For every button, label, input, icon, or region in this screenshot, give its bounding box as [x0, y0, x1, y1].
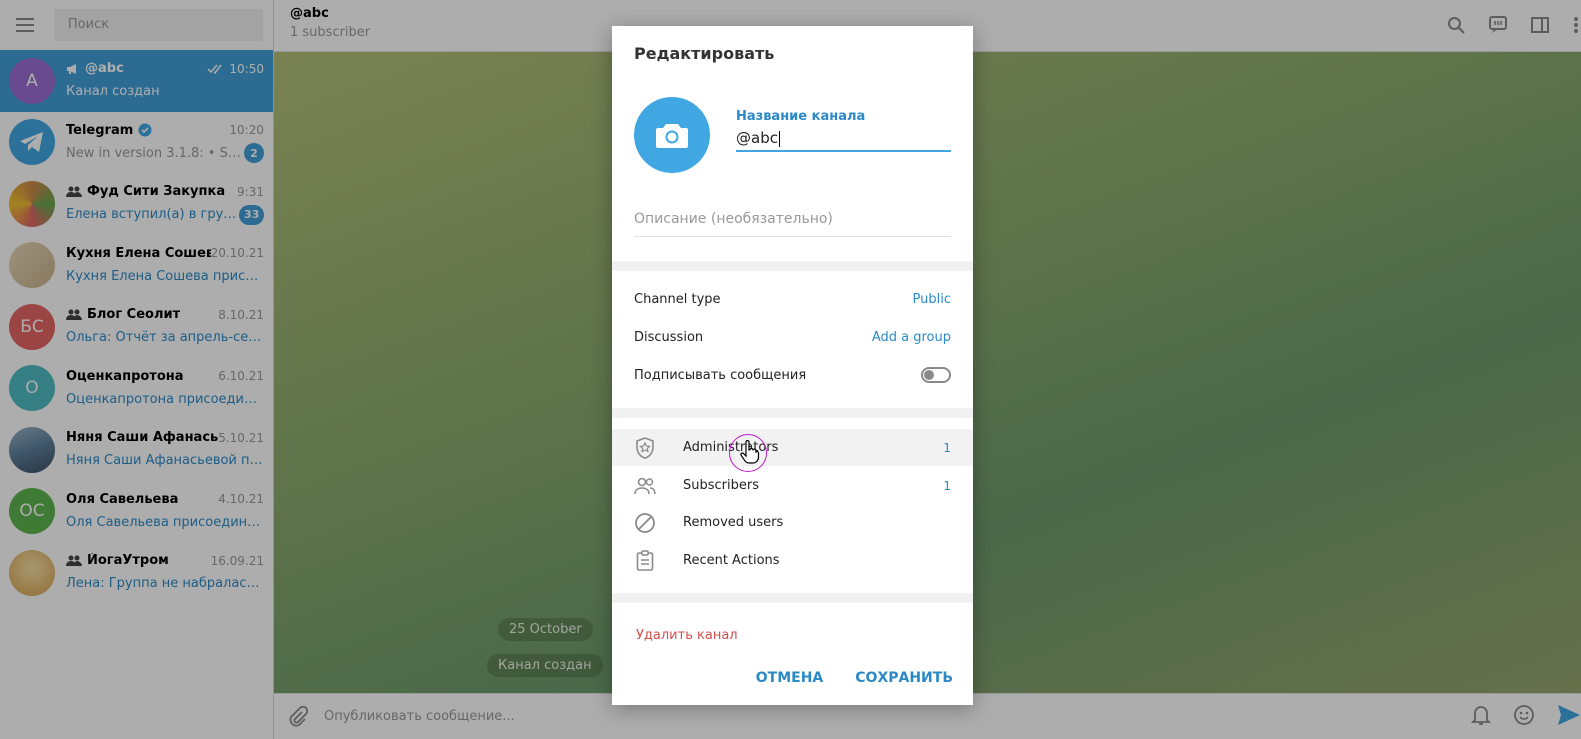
section-divider [612, 593, 973, 603]
channel-name-value: @abc [736, 129, 778, 147]
sign-messages-toggle[interactable] [921, 367, 951, 383]
blocked-icon [634, 512, 656, 534]
removed-users-row[interactable]: Removed users [612, 504, 973, 541]
delete-channel-button[interactable]: Удалить канал [636, 628, 738, 643]
description-input[interactable]: Описание (необязательно) [634, 211, 951, 237]
discussion-row[interactable]: Discussion Add a group [634, 330, 951, 345]
channel-type-value[interactable]: Public [913, 292, 951, 307]
sign-messages-label: Подписывать сообщения [634, 367, 807, 383]
subscribers-row[interactable]: Subscribers 1 [612, 467, 973, 504]
channel-type-row[interactable]: Channel type Public [634, 292, 951, 307]
edit-channel-dialog: Редактировать Название канала @abc Описа… [612, 26, 973, 705]
upload-photo-button[interactable] [634, 97, 710, 173]
camera-icon [656, 124, 688, 148]
administrators-row[interactable]: Administrators 1 [612, 429, 973, 466]
text-caret [778, 130, 780, 147]
sign-messages-row[interactable]: Подписывать сообщения [634, 367, 951, 383]
section-divider [612, 408, 973, 418]
administrators-count: 1 [943, 440, 951, 455]
discussion-label: Discussion [634, 330, 704, 345]
channel-name-label: Название канала [736, 109, 866, 124]
channel-name-input[interactable]: @abc [736, 128, 951, 152]
add-group-link[interactable]: Add a group [872, 330, 951, 345]
hand-cursor-icon [740, 440, 760, 464]
removed-users-label: Removed users [683, 515, 784, 530]
subscribers-label: Subscribers [683, 478, 759, 493]
users-icon [634, 475, 656, 497]
admin-shield-icon [634, 436, 656, 459]
channel-type-label: Channel type [634, 292, 721, 307]
save-button[interactable]: СОХРАНИТЬ [855, 670, 953, 686]
dialog-title: Редактировать [634, 44, 775, 63]
clipboard-icon [634, 549, 656, 572]
subscribers-count: 1 [943, 478, 951, 493]
recent-actions-row[interactable]: Recent Actions [612, 542, 973, 579]
section-divider [612, 261, 973, 271]
cancel-button[interactable]: ОТМЕНА [756, 670, 824, 686]
recent-actions-label: Recent Actions [683, 553, 780, 568]
